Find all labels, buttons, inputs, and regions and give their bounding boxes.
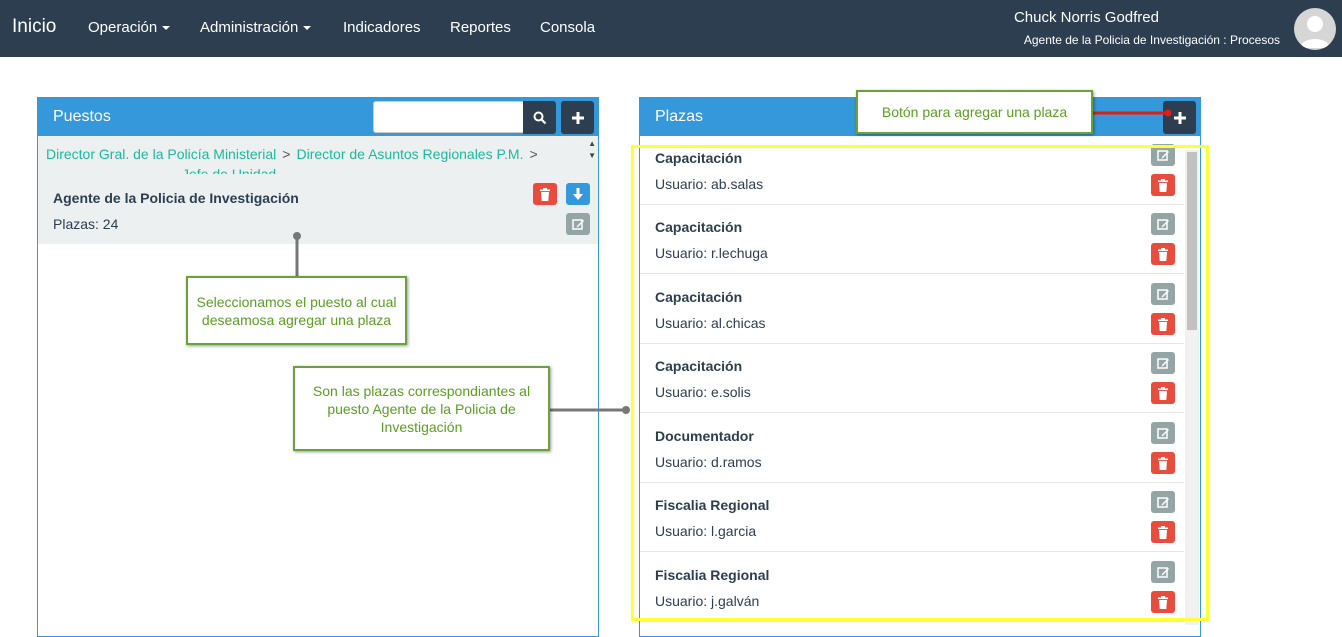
- callout-plazas-info: Son las plazas correspondiantes al puest…: [293, 366, 550, 451]
- callout-select-puesto: Seleccionamos el puesto al cual deseamos…: [186, 276, 407, 345]
- connector-dot: [293, 232, 301, 240]
- connector-dot: [622, 406, 630, 414]
- connector-dot: [1164, 109, 1172, 117]
- callout-add-plaza: Botón para agregar una plaza: [856, 90, 1093, 134]
